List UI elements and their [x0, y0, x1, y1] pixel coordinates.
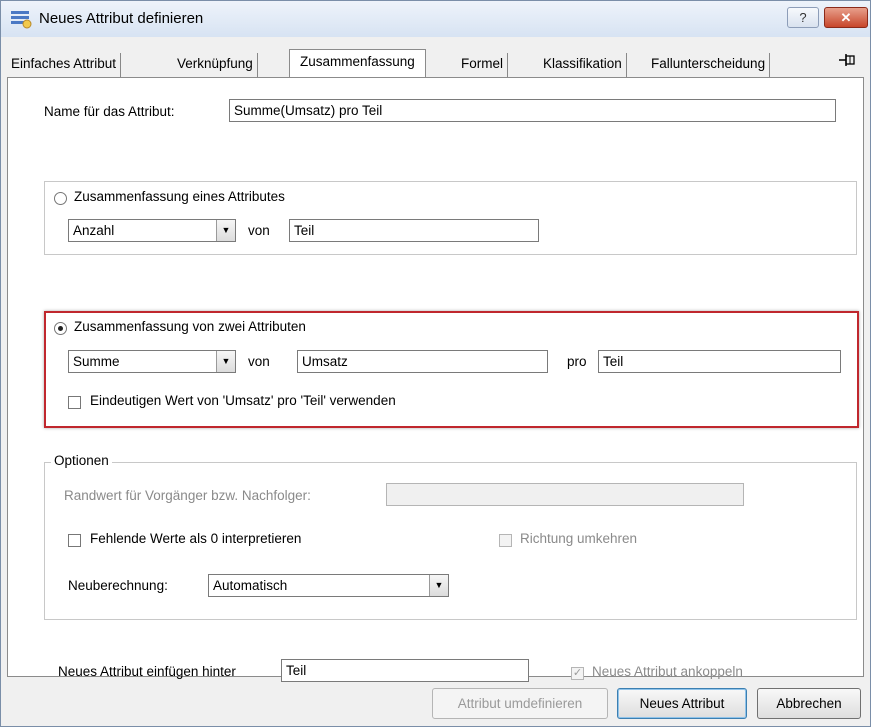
double-function-value: Summe [73, 354, 120, 369]
boundary-input[interactable] [386, 483, 744, 506]
double-attribute-input[interactable]: Umsatz [297, 350, 548, 373]
tab-strip: Einfaches Attribut Verknüpfung Zusammenf… [7, 49, 864, 78]
double-attribute-label: Zusammenfassung von zwei Attributen [74, 319, 306, 334]
tab-einfaches-attribut[interactable]: Einfaches Attribut [7, 53, 122, 77]
tab-klassifikation[interactable]: Klassifikation [539, 53, 627, 77]
double-attribute-radio[interactable] [54, 322, 67, 335]
help-button[interactable]: ? [787, 7, 819, 28]
new-attribute-button[interactable]: Neues Attribut [617, 688, 747, 719]
recalc-select[interactable]: Automatisch ▼ [208, 574, 449, 597]
redefine-button[interactable]: Attribut umdefinieren [432, 688, 608, 719]
dialog-window: Neues Attribut definieren ? ✕ Einfaches … [0, 0, 871, 727]
title-bar: Neues Attribut definieren ? ✕ [1, 1, 870, 37]
missing-values-label: Fehlende Werte als 0 interpretieren [90, 531, 302, 546]
missing-values-checkbox[interactable] [68, 534, 81, 547]
tab-verknuepfung[interactable]: Verknüpfung [173, 53, 258, 77]
unique-value-checkbox[interactable] [68, 396, 81, 409]
cancel-button[interactable]: Abbrechen [757, 688, 861, 719]
options-legend: Optionen [51, 453, 112, 468]
double-per-attribute-input[interactable]: Teil [598, 350, 841, 373]
app-icon [11, 11, 32, 29]
reverse-direction-label: Richtung umkehren [520, 531, 638, 546]
tab-formel[interactable]: Formel [457, 53, 509, 77]
tab-zusammenfassung[interactable]: Zusammenfassung [289, 49, 426, 78]
single-attribute-radio[interactable] [54, 192, 67, 205]
insert-after-input[interactable]: Teil [281, 659, 529, 682]
double-pro-label: pro [567, 354, 587, 369]
boundary-label: Randwert für Vorgänger bzw. Nachfolger: [64, 488, 311, 503]
single-function-select[interactable]: Anzahl ▼ [68, 219, 236, 242]
window-title: Neues Attribut definieren [39, 10, 204, 27]
recalc-value: Automatisch [213, 578, 288, 593]
double-function-select[interactable]: Summe ▼ [68, 350, 236, 373]
reverse-direction-checkbox[interactable] [499, 534, 512, 547]
single-attribute-label: Zusammenfassung eines Attributes [74, 189, 285, 204]
chevron-down-icon[interactable]: ▼ [216, 220, 235, 241]
chevron-down-icon[interactable]: ▼ [429, 575, 448, 596]
double-von-label: von [248, 354, 270, 369]
tab-fallunterscheidung[interactable]: Fallunterscheidung [647, 53, 771, 77]
pin-icon[interactable] [837, 53, 859, 73]
attribute-name-input[interactable]: Summe(Umsatz) pro Teil [229, 99, 836, 122]
recalc-label: Neuberechnung: [68, 578, 168, 593]
chevron-down-icon[interactable]: ▼ [216, 351, 235, 372]
tab-panel-zusammenfassung: Name für das Attribut: Summe(Umsatz) pro… [7, 77, 864, 682]
close-button[interactable]: ✕ [824, 7, 868, 28]
name-label: Name für das Attribut: [44, 104, 175, 119]
single-von-label: von [248, 223, 270, 238]
couple-label: Neues Attribut ankoppeln [592, 664, 743, 679]
insert-after-label: Neues Attribut einfügen hinter [58, 664, 236, 679]
single-function-value: Anzahl [73, 223, 115, 238]
couple-checkbox[interactable]: ✓ [571, 667, 584, 680]
unique-value-label: Eindeutigen Wert von 'Umsatz' pro 'Teil'… [90, 393, 396, 408]
single-attribute-input[interactable]: Teil [289, 219, 539, 242]
dialog-client: Einfaches Attribut Verknüpfung Zusammenf… [7, 37, 864, 722]
